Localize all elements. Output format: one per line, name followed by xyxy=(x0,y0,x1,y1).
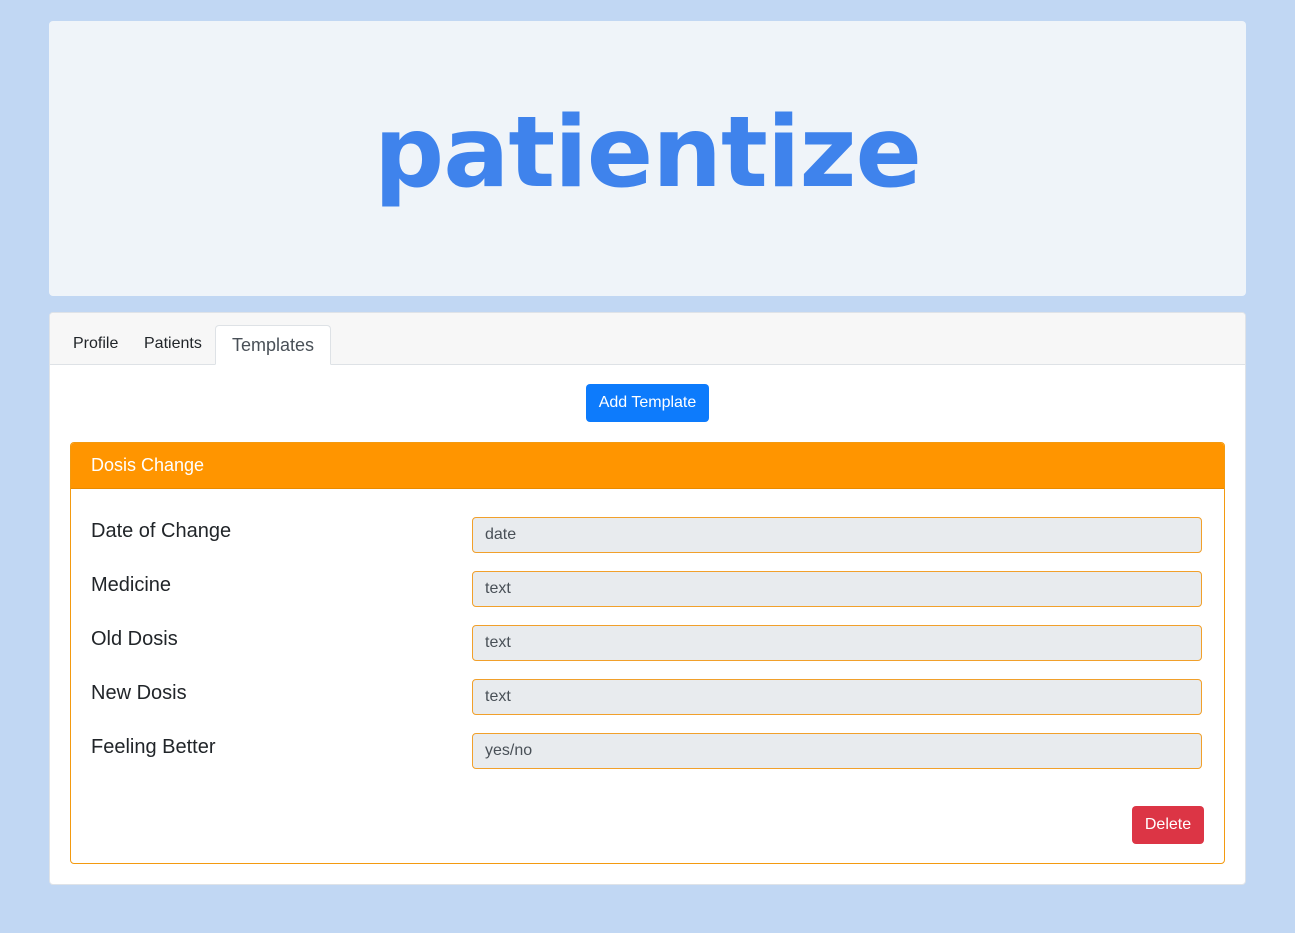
field-label: Medicine xyxy=(91,574,172,596)
feeling-better-input[interactable] xyxy=(472,733,1202,769)
field-label: Date of Change xyxy=(91,520,232,542)
field-row-old-dosis: Old Dosis xyxy=(91,625,1204,663)
template-title: Dosis Change xyxy=(71,443,1224,489)
field-label: Old Dosis xyxy=(91,628,178,650)
tab-bar: Profile Patients Templates xyxy=(50,313,1245,365)
new-dosis-input[interactable] xyxy=(472,679,1202,715)
field-row-feeling-better: Feeling Better xyxy=(91,733,1204,771)
main-panel: Profile Patients Templates Add Template … xyxy=(49,312,1246,885)
date-of-change-input[interactable] xyxy=(472,517,1202,553)
field-row-date-of-change: Date of Change xyxy=(91,517,1204,555)
delete-template-button[interactable]: Delete xyxy=(1132,806,1204,844)
tab-profile[interactable]: Profile xyxy=(73,325,118,363)
old-dosis-input[interactable] xyxy=(472,625,1202,661)
medicine-input[interactable] xyxy=(472,571,1202,607)
tab-templates[interactable]: Templates xyxy=(215,325,332,365)
tab-patients[interactable]: Patients xyxy=(144,325,202,363)
patientize-logo: patientize xyxy=(374,95,922,210)
header-banner: patientize xyxy=(49,21,1246,296)
field-label: New Dosis xyxy=(91,682,187,704)
field-row-new-dosis: New Dosis xyxy=(91,679,1204,717)
field-row-medicine: Medicine xyxy=(91,571,1204,609)
add-template-button[interactable]: Add Template xyxy=(586,384,709,422)
template-card-dosis-change: Dosis Change Date of Change Medicine Old… xyxy=(70,442,1225,864)
field-label: Feeling Better xyxy=(91,736,216,758)
